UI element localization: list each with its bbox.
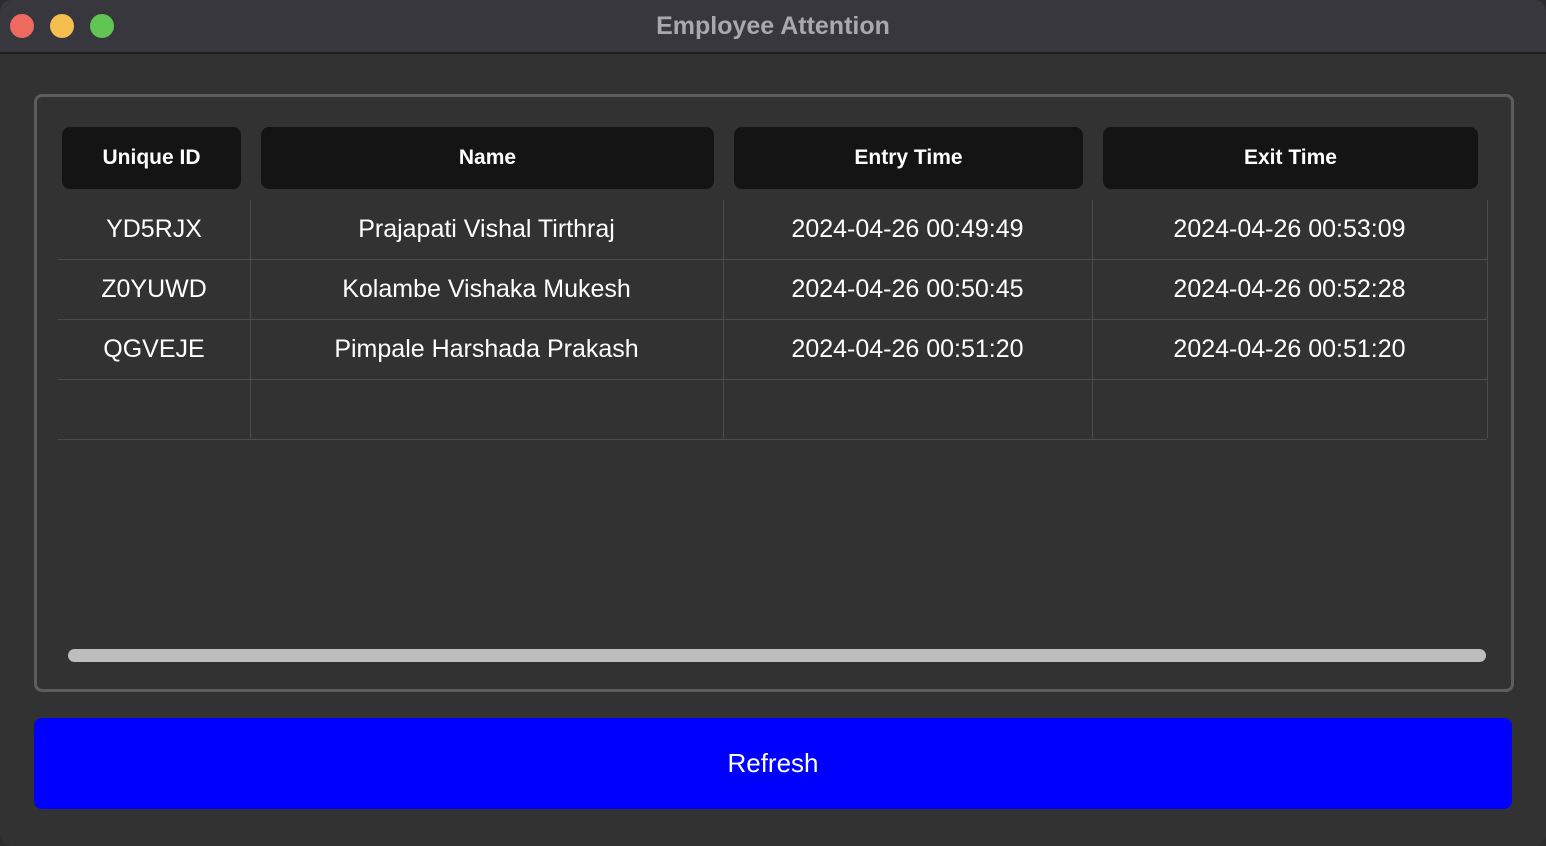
horizontal-scrollbar[interactable] <box>68 649 1486 662</box>
exit-time-cell: 2024-04-26 00:51:20 <box>1173 335 1406 363</box>
unique-id-cell: YD5RJX <box>106 215 202 243</box>
window-title: Employee Attention <box>656 12 890 40</box>
column-divider <box>250 200 251 438</box>
entry-time-cell <box>723 380 1092 439</box>
table-row[interactable] <box>58 380 1487 440</box>
unique-id-cell: Z0YUWD <box>101 275 207 303</box>
column-header-exit-time[interactable]: Exit Time <box>1103 127 1478 189</box>
column-divider <box>723 200 724 438</box>
name-cell: Prajapati Vishal Tirthraj <box>358 215 615 243</box>
exit-time-cell <box>1092 380 1487 439</box>
refresh-button[interactable]: Refresh <box>34 718 1512 809</box>
column-divider <box>1487 200 1488 438</box>
name-cell <box>250 380 723 439</box>
entry-time-cell: 2024-04-26 00:51:20 <box>791 335 1024 363</box>
column-header-unique-id[interactable]: Unique ID <box>62 127 241 189</box>
column-header-name[interactable]: Name <box>261 127 714 189</box>
column-divider <box>1092 200 1093 438</box>
table-row[interactable]: Z0YUWD Kolambe Vishaka Mukesh 2024-04-26… <box>58 260 1487 320</box>
table-row[interactable]: YD5RJX Prajapati Vishal Tirthraj 2024-04… <box>58 200 1487 260</box>
entry-time-cell: 2024-04-26 00:50:45 <box>791 275 1024 303</box>
exit-time-cell: 2024-04-26 00:52:28 <box>1173 275 1406 303</box>
table-row[interactable]: QGVEJE Pimpale Harshada Prakash 2024-04-… <box>58 320 1487 380</box>
app-window: Employee Attention Unique ID Name Entry … <box>0 0 1546 846</box>
title-bar: Employee Attention <box>0 0 1546 54</box>
attendance-table: Unique ID Name Entry Time Exit Time YD5R… <box>34 94 1514 692</box>
name-cell: Kolambe Vishaka Mukesh <box>342 275 631 303</box>
exit-time-cell: 2024-04-26 00:53:09 <box>1173 215 1406 243</box>
unique-id-cell <box>58 380 250 439</box>
name-cell: Pimpale Harshada Prakash <box>334 335 639 363</box>
entry-time-cell: 2024-04-26 00:49:49 <box>791 215 1024 243</box>
unique-id-cell: QGVEJE <box>103 335 205 363</box>
column-header-entry-time[interactable]: Entry Time <box>734 127 1083 189</box>
